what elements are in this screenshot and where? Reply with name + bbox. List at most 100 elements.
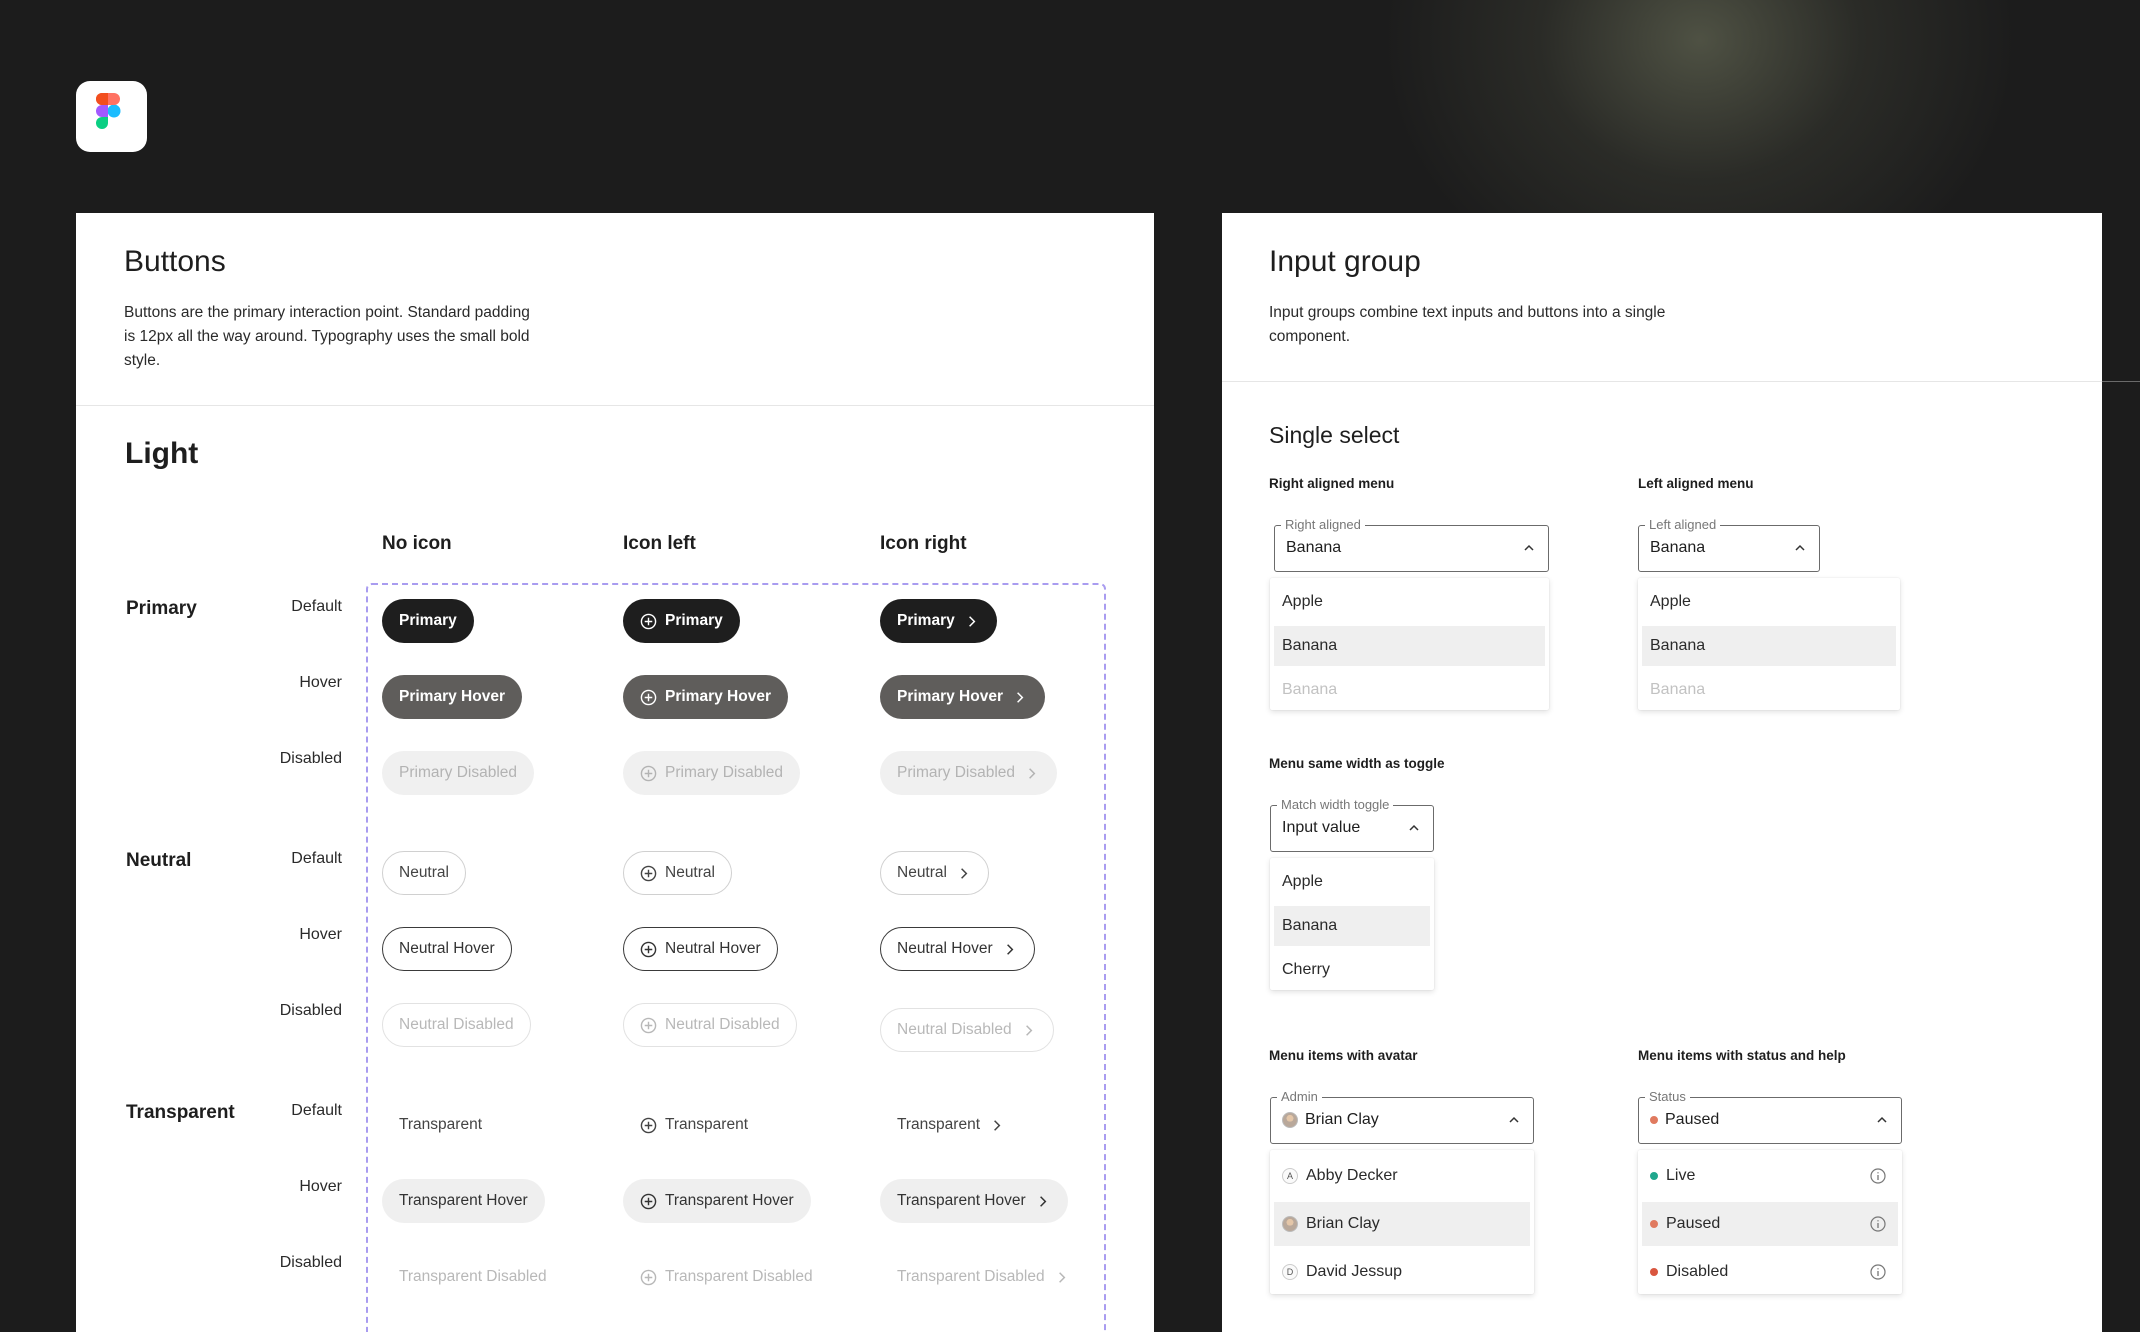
group-label-primary: Primary bbox=[126, 598, 197, 619]
admin-select[interactable]: Admin Brian Clay bbox=[1270, 1089, 1534, 1144]
primary-button[interactable]: Primary bbox=[382, 599, 474, 643]
status-select[interactable]: Status Paused bbox=[1638, 1089, 1902, 1144]
menu-option[interactable]: D David Jessup bbox=[1274, 1250, 1530, 1294]
transparent-hover-button[interactable]: Transparent Hover bbox=[382, 1179, 545, 1223]
menu-option[interactable]: Apple bbox=[1274, 862, 1430, 902]
info-icon[interactable] bbox=[1870, 1168, 1886, 1184]
plus-circle-icon bbox=[640, 689, 657, 705]
state-label-default: Default bbox=[291, 1102, 342, 1119]
match-width-menu-label: Menu same width as toggle bbox=[1269, 756, 1445, 771]
avatar bbox=[1282, 1216, 1298, 1232]
chevron-right-icon bbox=[994, 1119, 1001, 1131]
menu-option-selected[interactable]: Banana bbox=[1642, 626, 1896, 666]
transparent-disabled-button-icon-left[interactable]: Transparent Disabled bbox=[623, 1255, 830, 1299]
column-header-no-icon: No icon bbox=[382, 533, 452, 554]
chevron-up-icon bbox=[1409, 824, 1419, 831]
neutral-button-icon-left[interactable]: Neutral bbox=[623, 851, 732, 895]
neutral-button[interactable]: Neutral bbox=[382, 851, 466, 895]
left-aligned-select[interactable]: Left aligned Banana bbox=[1638, 517, 1820, 572]
match-width-select[interactable]: Match width toggle Input value bbox=[1270, 797, 1434, 852]
column-header-icon-left: Icon left bbox=[623, 533, 696, 554]
group-label-neutral: Neutral bbox=[126, 850, 192, 871]
chevron-right-icon bbox=[961, 867, 968, 879]
status-dropdown-menu: Live Paused Disabled bbox=[1638, 1150, 1902, 1294]
plus-circle-icon bbox=[640, 1269, 657, 1285]
neutral-disabled-button[interactable]: Neutral Disabled bbox=[382, 1003, 531, 1047]
column-header-icon-right: Icon right bbox=[880, 533, 967, 554]
plus-circle-icon bbox=[640, 1017, 657, 1033]
plus-circle-icon bbox=[640, 1117, 657, 1133]
select-value: Brian Clay bbox=[1282, 1111, 1379, 1129]
chevron-right-icon bbox=[1039, 1195, 1047, 1207]
primary-button-icon-left[interactable]: Primary bbox=[623, 599, 740, 643]
field-legend: Match width toggle bbox=[1277, 797, 1394, 812]
chevron-right-icon bbox=[1058, 1271, 1066, 1283]
avatar: A bbox=[1282, 1168, 1298, 1184]
state-label-disabled: Disabled bbox=[279, 1254, 342, 1271]
right-aligned-menu-label: Right aligned menu bbox=[1269, 476, 1395, 491]
menu-option[interactable]: Apple bbox=[1642, 582, 1896, 622]
status-dot bbox=[1650, 1220, 1658, 1228]
menu-option[interactable]: A Abby Decker bbox=[1274, 1154, 1530, 1198]
primary-button-icon-right[interactable]: Primary bbox=[880, 599, 997, 643]
primary-disabled-button[interactable]: Primary Disabled bbox=[382, 751, 535, 795]
menu-option-disabled[interactable]: Banana bbox=[1274, 670, 1545, 710]
menu-option-selected[interactable]: Brian Clay bbox=[1274, 1202, 1530, 1246]
section-divider bbox=[1222, 381, 2102, 382]
select-value: Banana bbox=[1650, 539, 1706, 556]
neutral-hover-button-icon-right[interactable]: Neutral Hover bbox=[880, 927, 1035, 971]
single-select-heading: Single select bbox=[1269, 422, 1400, 448]
chevron-up-icon bbox=[1524, 544, 1534, 551]
status-dot bbox=[1650, 1116, 1658, 1124]
transparent-disabled-button[interactable]: Transparent Disabled bbox=[382, 1255, 564, 1299]
status-dot bbox=[1650, 1268, 1658, 1276]
buttons-title: Buttons bbox=[124, 245, 226, 278]
neutral-button-icon-right[interactable]: Neutral bbox=[880, 851, 989, 895]
transparent-button-icon-left[interactable]: Transparent bbox=[623, 1103, 765, 1147]
info-icon[interactable] bbox=[1870, 1216, 1886, 1232]
menu-option[interactable]: Cherry bbox=[1274, 950, 1430, 990]
menu-option-disabled[interactable]: Banana bbox=[1642, 670, 1896, 710]
neutral-disabled-button-icon-right[interactable]: Neutral Disabled bbox=[880, 1008, 1054, 1052]
left-aligned-dropdown-menu: Apple Banana Banana bbox=[1638, 578, 1900, 710]
menu-option[interactable]: Disabled bbox=[1642, 1250, 1898, 1294]
menu-option-selected[interactable]: Banana bbox=[1274, 626, 1545, 666]
buttons-description: Buttons are the primary interaction poin… bbox=[124, 304, 530, 369]
right-aligned-select[interactable]: Right aligned Banana bbox=[1274, 517, 1549, 572]
primary-disabled-button-icon-left[interactable]: Primary Disabled bbox=[623, 751, 801, 795]
field-legend: Left aligned bbox=[1645, 517, 1721, 532]
neutral-hover-button[interactable]: Neutral Hover bbox=[382, 927, 512, 971]
avatar: D bbox=[1282, 1264, 1298, 1280]
plus-circle-icon bbox=[640, 1193, 657, 1209]
input-group-title: Input group bbox=[1269, 245, 1421, 278]
plus-circle-icon bbox=[640, 613, 657, 629]
menu-option[interactable]: Live bbox=[1642, 1154, 1898, 1198]
transparent-button[interactable]: Transparent bbox=[382, 1103, 499, 1147]
info-icon[interactable] bbox=[1870, 1264, 1886, 1280]
transparent-hover-button-icon-right[interactable]: Transparent Hover bbox=[880, 1179, 1068, 1223]
transparent-button-icon-right[interactable]: Transparent bbox=[880, 1103, 1022, 1147]
buttons-panel: Buttons Buttons are the primary interact… bbox=[76, 213, 1154, 1332]
plus-circle-icon bbox=[640, 765, 657, 781]
right-aligned-dropdown-menu: Apple Banana Banana bbox=[1270, 578, 1549, 710]
avatar-menu-label: Menu items with avatar bbox=[1269, 1048, 1418, 1063]
state-label-hover: Hover bbox=[299, 674, 342, 691]
neutral-hover-button-icon-left[interactable]: Neutral Hover bbox=[623, 927, 778, 971]
left-aligned-menu-label: Left aligned menu bbox=[1638, 476, 1754, 491]
transparent-hover-button-icon-left[interactable]: Transparent Hover bbox=[623, 1179, 811, 1223]
avatar-dropdown-menu: A Abby Decker Brian Clay D David Jessup bbox=[1270, 1150, 1534, 1294]
primary-disabled-button-icon-right[interactable]: Primary Disabled bbox=[880, 751, 1058, 795]
neutral-disabled-button-icon-left[interactable]: Neutral Disabled bbox=[623, 1003, 797, 1047]
menu-option[interactable]: Apple bbox=[1274, 582, 1545, 622]
menu-option-selected[interactable]: Banana bbox=[1274, 906, 1430, 946]
menu-option-selected[interactable]: Paused bbox=[1642, 1202, 1898, 1246]
primary-hover-button-icon-left[interactable]: Primary Hover bbox=[623, 675, 788, 719]
chevron-right-icon bbox=[1029, 767, 1036, 779]
select-value: Banana bbox=[1286, 539, 1342, 556]
primary-hover-button-icon-right[interactable]: Primary Hover bbox=[880, 675, 1045, 719]
chevron-up-icon bbox=[1877, 1116, 1887, 1123]
transparent-disabled-button-icon-right[interactable]: Transparent Disabled bbox=[880, 1255, 1087, 1299]
input-group-description: Input groups combine text inputs and but… bbox=[1269, 304, 1666, 345]
section-divider bbox=[76, 405, 1154, 406]
primary-hover-button[interactable]: Primary Hover bbox=[382, 675, 522, 719]
